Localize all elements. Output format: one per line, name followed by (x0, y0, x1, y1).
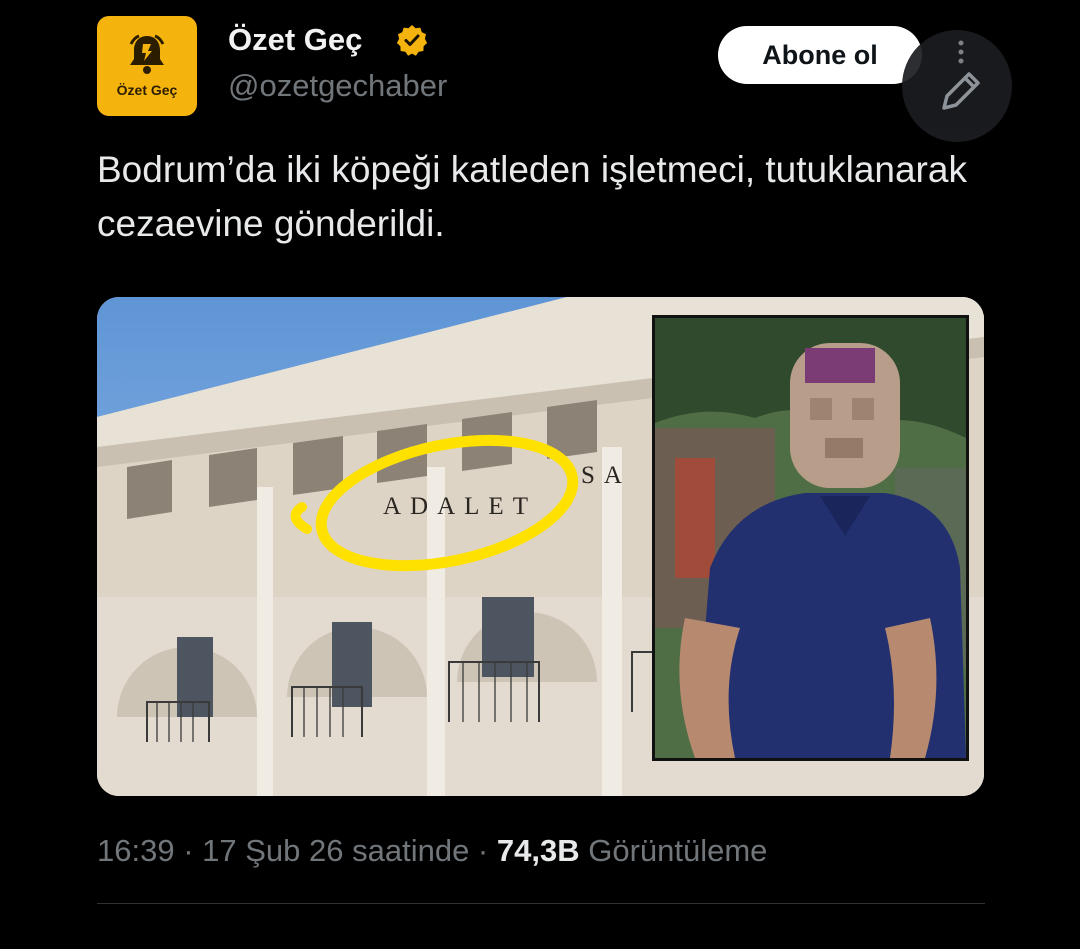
post-media[interactable]: ADALET SA (97, 297, 984, 796)
compose-button[interactable] (902, 30, 1012, 142)
post-time[interactable]: 16:39 (97, 833, 175, 868)
author-name[interactable]: Özet Geç (228, 22, 362, 58)
meta-separator: · (174, 833, 203, 868)
meta-separator: · (469, 833, 497, 868)
views-label: Görüntüleme (579, 833, 768, 868)
views-count[interactable]: 74,3B (497, 833, 580, 868)
person-inset-photo (652, 315, 969, 761)
post-card: Özet Geç Özet Geç @ozetgechaber Abone ol… (0, 0, 1080, 949)
avatar-brand-text: Özet Geç (116, 82, 178, 98)
verified-badge-icon (396, 25, 428, 56)
divider (97, 903, 985, 904)
dots-vertical-icon[interactable] (958, 40, 964, 64)
bell-icon (129, 34, 165, 74)
follow-button[interactable]: Abone ol (718, 26, 922, 84)
post-text: Bodrum’da iki köpeği katleden işletmeci,… (97, 149, 967, 244)
avatar[interactable]: Özet Geç (97, 16, 197, 116)
post-date[interactable]: 17 Şub 26 saatinde (202, 833, 469, 868)
building-sign-text: ADALET (383, 493, 537, 520)
building-sign-text-partial: SA (581, 462, 631, 489)
author-handle[interactable]: @ozetgechaber (228, 68, 447, 104)
pen-icon (942, 72, 980, 110)
post-meta: 16:39 · 17 Şub 26 saatinde · 74,3B Görün… (97, 833, 767, 869)
